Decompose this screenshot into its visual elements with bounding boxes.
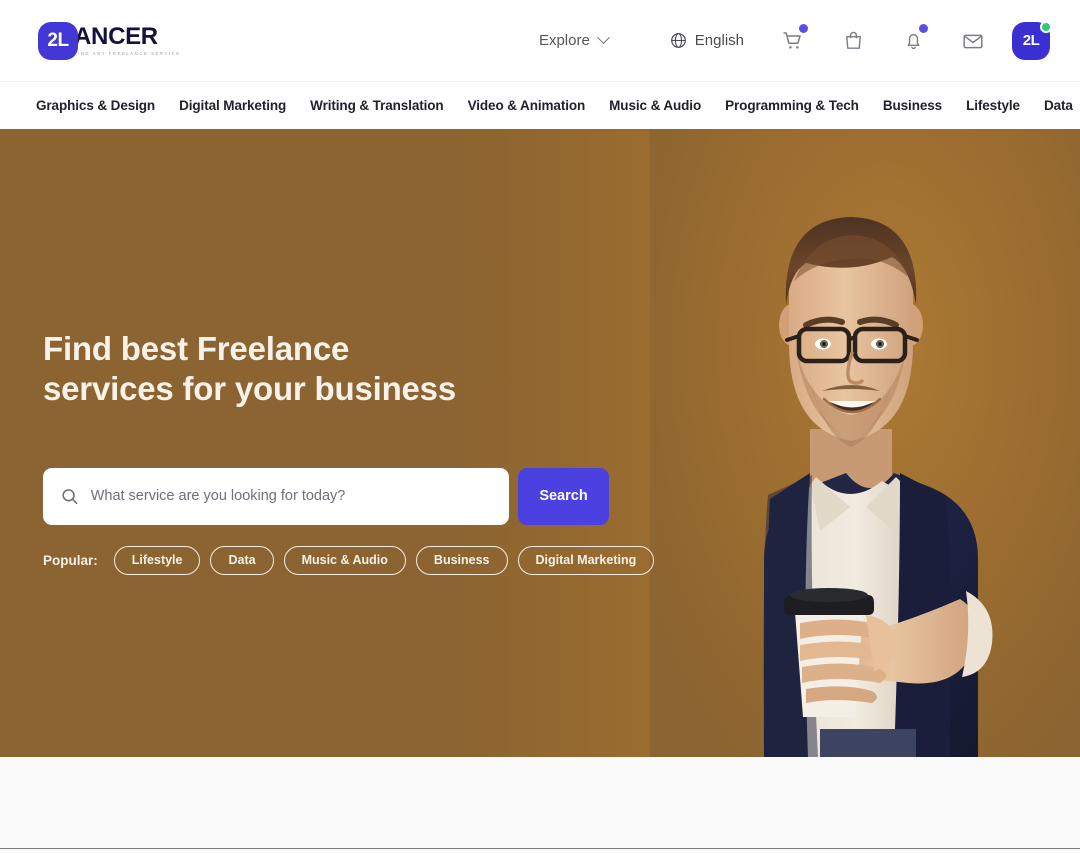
page-root: 2L ANCER FIND ANY FREELANCE SERVICE Expl… bbox=[0, 0, 1080, 853]
nav-item-music-audio[interactable]: Music & Audio bbox=[597, 92, 713, 119]
notifications-badge-dot bbox=[919, 23, 928, 33]
language-label: English bbox=[694, 32, 744, 49]
search-input[interactable] bbox=[90, 488, 491, 504]
messages-button[interactable] bbox=[950, 19, 996, 63]
hero-content: Find best Freelance services for your bu… bbox=[43, 329, 683, 575]
notifications-button[interactable] bbox=[890, 19, 936, 63]
cart-button[interactable] bbox=[770, 19, 816, 63]
below-fold-section bbox=[0, 757, 1080, 852]
language-selector[interactable]: English bbox=[666, 26, 748, 55]
search-box[interactable] bbox=[43, 467, 509, 525]
hero-banner: Find best Freelance services for your bu… bbox=[0, 129, 1080, 757]
nav-item-business[interactable]: Business bbox=[871, 92, 954, 119]
brand-logo[interactable]: 2L ANCER FIND ANY FREELANCE SERVICE bbox=[38, 19, 181, 63]
nav-item-graphics-design[interactable]: Graphics & Design bbox=[24, 92, 167, 119]
popular-tags-row: Popular: Lifestyle Data Music & Audio Bu… bbox=[43, 545, 683, 575]
category-nav: Graphics & Design Digital Marketing Writ… bbox=[0, 82, 1080, 129]
nav-item-digital-marketing[interactable]: Digital Marketing bbox=[167, 92, 298, 119]
nav-item-programming-tech[interactable]: Programming & Tech bbox=[713, 92, 871, 119]
popular-tag-data[interactable]: Data bbox=[210, 545, 274, 575]
hero-search-row: Search bbox=[43, 467, 683, 525]
logo-wordmark: ANCER bbox=[74, 23, 158, 50]
hero-heading: Find best Freelance services for your bu… bbox=[43, 329, 683, 410]
logo-mark-icon: 2L bbox=[38, 21, 78, 60]
popular-tag-business[interactable]: Business bbox=[415, 545, 508, 575]
nav-item-writing-translation[interactable]: Writing & Translation bbox=[298, 92, 455, 119]
nav-item-video-animation[interactable]: Video & Animation bbox=[456, 92, 598, 119]
search-button[interactable]: Search bbox=[518, 467, 609, 525]
user-avatar[interactable]: 2L bbox=[1012, 20, 1052, 60]
site-header: 2L ANCER FIND ANY FREELANCE SERVICE Expl… bbox=[0, 0, 1080, 82]
page-bottom-rule bbox=[0, 848, 1080, 849]
popular-tag-lifestyle[interactable]: Lifestyle bbox=[113, 545, 201, 575]
hero-person-image bbox=[763, 217, 993, 757]
globe-icon bbox=[670, 33, 686, 48]
popular-tag-music-audio[interactable]: Music & Audio bbox=[283, 545, 406, 575]
chevron-down-icon bbox=[596, 31, 610, 45]
hero-heading-line2: services for your business bbox=[43, 370, 456, 408]
hero-heading-line1: Find best Freelance bbox=[43, 330, 350, 367]
explore-menu[interactable]: Explore bbox=[529, 26, 618, 55]
cart-badge-dot bbox=[799, 23, 808, 33]
logo-text-wrap: ANCER FIND ANY FREELANCE SERVICE bbox=[74, 23, 181, 57]
nav-item-lifestyle[interactable]: Lifestyle bbox=[954, 92, 1032, 119]
online-status-dot bbox=[1040, 20, 1052, 33]
search-icon bbox=[62, 488, 78, 504]
logo-tagline: FIND ANY FREELANCE SERVICE bbox=[74, 51, 181, 56]
nav-item-data[interactable]: Data bbox=[1032, 92, 1080, 119]
explore-label: Explore bbox=[538, 32, 590, 49]
popular-tag-digital-marketing[interactable]: Digital Marketing bbox=[517, 545, 655, 575]
popular-label: Popular: bbox=[43, 552, 98, 568]
orders-button[interactable] bbox=[830, 19, 876, 63]
header-actions: Explore English 2L bbox=[529, 19, 1052, 63]
envelope-icon bbox=[963, 34, 983, 48]
shopping-bag-icon bbox=[845, 31, 861, 49]
